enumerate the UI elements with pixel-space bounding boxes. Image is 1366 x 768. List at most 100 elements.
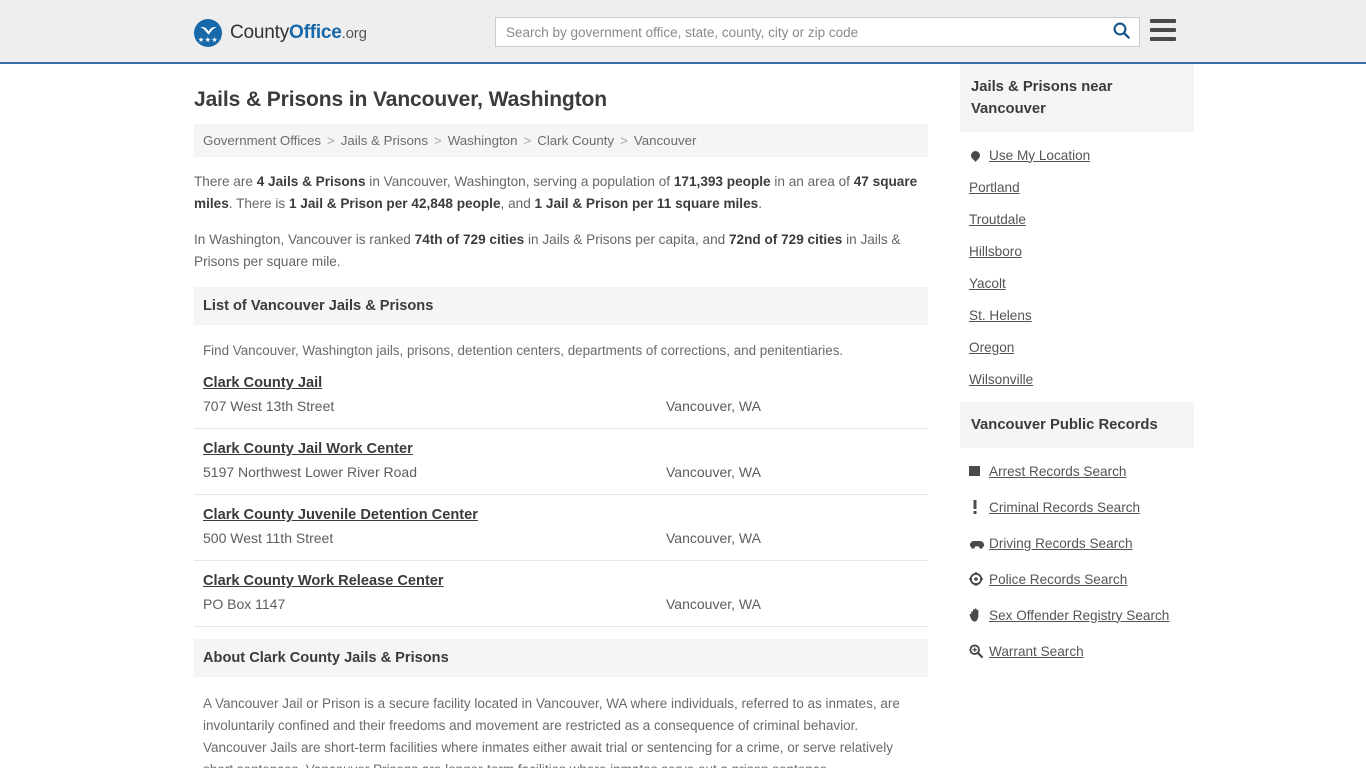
intro-rank-seg-2: 74th of 729 cities [414, 232, 525, 247]
nearby-list-item[interactable]: Hillsboro [960, 242, 1194, 260]
intro-statistics: There are 4 Jails & Prisons in Vancouver… [194, 171, 928, 273]
public-record-list-item[interactable]: Driving Records Search [960, 534, 1194, 552]
about-section-heading: About Clark County Jails & Prisons [203, 650, 449, 666]
public-record-link[interactable]: Warrant Search [989, 644, 1084, 659]
intro-rank-seg-4: 72nd of 729 cities [728, 232, 843, 247]
listing-address: PO Box 1147 [203, 596, 286, 612]
nearby-link[interactable]: Portland [969, 180, 1020, 195]
hamburger-menu-icon[interactable] [1150, 19, 1176, 41]
listing-address: 707 West 13th Street [203, 398, 335, 414]
breadcrumb-item-2[interactable]: Jails & Prisons [341, 133, 428, 148]
nearby-heading: Jails & Prisons near Vancouver [971, 79, 1113, 117]
listing-city-state: Vancouver, WA [666, 464, 761, 480]
about-section-body: A Vancouver Jail or Prison is a secure f… [203, 693, 919, 768]
intro-stat-seg-1: There are [194, 174, 257, 189]
nearby-list-item[interactable]: St. Helens [960, 306, 1194, 324]
public-record-list-item[interactable]: Sex Offender Registry Search [960, 606, 1194, 624]
listing-name-link[interactable]: Clark County Juvenile Detention Center [203, 507, 478, 523]
intro-stat-seg-8: 1 Jail & Prison per 42,848 people [288, 196, 501, 211]
menu-bar-2 [1150, 28, 1176, 32]
public-records-heading: Vancouver Public Records [971, 417, 1158, 433]
search-icon [1113, 22, 1130, 42]
breadcrumb-separator: > [433, 133, 442, 148]
nearby-link[interactable]: Wilsonville [969, 372, 1033, 387]
public-records-box: Vancouver Public Records Arrest Records … [960, 402, 1194, 660]
breadcrumb-item-4[interactable]: Clark County [537, 133, 614, 148]
public-record-list-item[interactable]: Arrest Records Search [960, 462, 1194, 480]
brand-part-org: .org [341, 25, 367, 42]
list-section-description: Find Vancouver, Washington jails, prison… [203, 343, 844, 358]
intro-rank-seg-1: In Washington, Vancouver is ranked [194, 232, 415, 247]
nearby-list-item[interactable]: Yacolt [960, 274, 1194, 292]
search-bar[interactable] [495, 17, 1140, 47]
square-icon [969, 465, 989, 477]
brand-part-county: County [230, 22, 290, 43]
badge-icon [969, 572, 989, 586]
magnifier-plus-icon [969, 644, 989, 658]
page-title: Jails & Prisons in Vancouver, Washington [194, 88, 607, 111]
intro-stat-seg-7: . There is [228, 196, 289, 211]
nearby-link[interactable]: Troutdale [969, 212, 1026, 227]
nearby-list-item[interactable]: Troutdale [960, 210, 1194, 228]
breadcrumb-item-3[interactable]: Washington [448, 133, 518, 148]
intro-stat-seg-3: in Vancouver, Washington, serving a popu… [365, 174, 674, 189]
jails-prisons-list: Clark County Jail 707 West 13th Street Van… [194, 374, 928, 627]
sidebar: Jails & Prisons near Vancouver Use My Lo… [960, 64, 1194, 678]
intro-paragraph-1: There are 4 Jails & Prisons in Vancouver… [194, 171, 928, 215]
search-button[interactable] [1103, 18, 1139, 46]
nearby-box: Jails & Prisons near Vancouver Use My Lo… [960, 64, 1194, 388]
nearby-list-item[interactable]: Use My Location [960, 146, 1194, 164]
public-record-list-item[interactable]: Police Records Search [960, 570, 1194, 588]
countyoffice-logo-icon: ★★★ [194, 19, 222, 47]
public-record-link[interactable]: Arrest Records Search [989, 464, 1127, 479]
listing-name-link[interactable]: Clark County Work Release Center [203, 573, 444, 589]
public-record-list-item[interactable]: Warrant Search [960, 642, 1194, 660]
listing-detail-row: 707 West 13th Street Vancouver, WA [203, 398, 919, 414]
listing-row: Clark County Jail Work Center 5197 Northw… [194, 440, 928, 495]
listing-row: Clark County Juvenile Detention Center 50… [194, 506, 928, 561]
nearby-link[interactable]: St. Helens [969, 308, 1032, 323]
public-record-link[interactable]: Driving Records Search [989, 536, 1133, 551]
listing-name-link[interactable]: Clark County Jail [203, 375, 322, 391]
listing-name-link[interactable]: Clark County Jail Work Center [203, 441, 413, 457]
intro-stat-seg-5: in an area of [770, 174, 854, 189]
brand-part-office: Office [289, 22, 342, 43]
intro-stat-seg-4: 171,393 people [673, 174, 771, 189]
site-header: ★★★ CountyOffice.org [0, 0, 1366, 64]
nearby-links: Use My Location Portland Troutdale Hillsbor… [960, 146, 1194, 388]
site-logo[interactable]: ★★★ CountyOffice.org [194, 19, 367, 47]
nearby-list-item[interactable]: Oregon [960, 338, 1194, 356]
public-record-link[interactable]: Police Records Search [989, 572, 1127, 587]
nearby-list-item[interactable]: Portland [960, 178, 1194, 196]
main-content: Jails & Prisons in Vancouver, Washington… [194, 64, 928, 768]
listing-city-state: Vancouver, WA [666, 398, 761, 414]
breadcrumb-item-5[interactable]: Vancouver [634, 133, 697, 148]
map-pin-shape [969, 148, 982, 162]
nearby-link[interactable]: Use My Location [989, 148, 1090, 163]
nearby-link[interactable]: Yacolt [969, 276, 1006, 291]
public-record-link[interactable]: Sex Offender Registry Search [989, 608, 1169, 623]
public-record-link[interactable]: Criminal Records Search [989, 500, 1140, 515]
listing-detail-row: PO Box 1147 Vancouver, WA [203, 596, 919, 612]
menu-bar-3 [1150, 37, 1176, 41]
nearby-list-item[interactable]: Wilsonville [960, 370, 1194, 388]
intro-rank-seg-3: in Jails & Prisons per capita, and [524, 232, 729, 247]
intro-stat-seg-11: . [758, 196, 762, 211]
hand-icon [969, 608, 989, 622]
map-pin-icon [969, 148, 989, 162]
public-records-links: Arrest Records Search Criminal Records Se… [960, 462, 1194, 660]
nearby-link[interactable]: Oregon [969, 340, 1014, 355]
list-section-header: List of Vancouver Jails & Prisons [194, 287, 928, 325]
listing-row: Clark County Jail 707 West 13th Street Van… [194, 374, 928, 429]
exclamation-icon [969, 500, 989, 514]
about-paragraph: A Vancouver Jail or Prison is a secure f… [203, 696, 900, 768]
nearby-link[interactable]: Hillsboro [969, 244, 1022, 259]
public-record-list-item[interactable]: Criminal Records Search [960, 498, 1194, 516]
stars-icon: ★★★ [197, 36, 219, 44]
listing-detail-row: 5197 Northwest Lower River Road Vancouver… [203, 464, 919, 480]
car-icon [969, 538, 989, 549]
listing-address: 500 West 11th Street [203, 530, 334, 546]
breadcrumb-item-1[interactable]: Government Offices [203, 133, 321, 148]
listing-city-state: Vancouver, WA [666, 530, 761, 546]
search-input[interactable] [496, 18, 1103, 46]
